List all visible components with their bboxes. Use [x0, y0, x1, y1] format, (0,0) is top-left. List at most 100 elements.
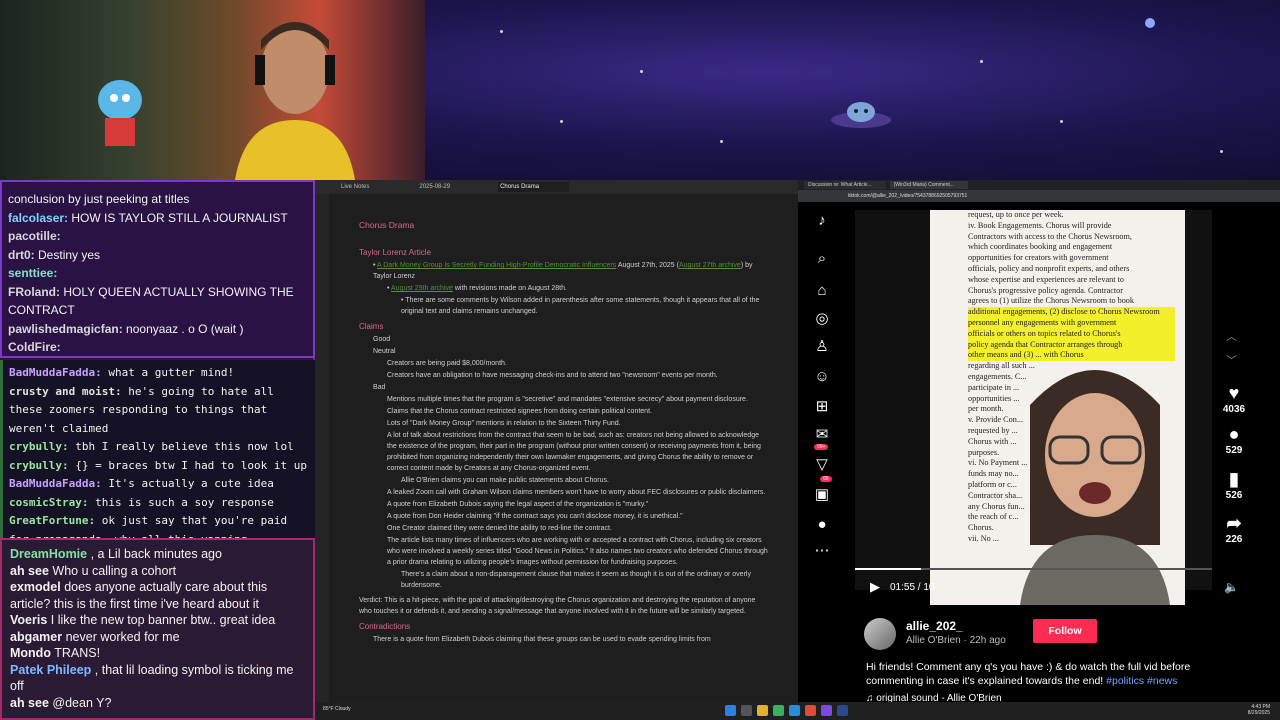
video-progress-bar[interactable]: [855, 568, 1212, 570]
home-icon[interactable]: ⌂: [812, 280, 832, 300]
share-button[interactable]: ➦ 226: [1216, 512, 1252, 545]
chat-username[interactable]: crybully:: [9, 440, 69, 453]
chat-text: HOW IS TAYLOR STILL A JOURNALIST: [71, 210, 288, 225]
taskbar-clock[interactable]: 4:43 PM 8/29/2025: [1248, 704, 1270, 716]
hashtag-link[interactable]: #news: [1147, 675, 1177, 687]
chevron-down-icon[interactable]: ﹀: [1226, 352, 1237, 368]
tiktok-sidebar: ♪ ⌕ ⌂ ◎ ♙ ☺ ⊞ ✉ 99+ ▽ 65 ▣ ● ⋯: [798, 202, 846, 702]
chat-username[interactable]: Patek Phileep: [10, 663, 91, 677]
chat-username[interactable]: senttiee:: [8, 266, 57, 280]
browser-tab[interactable]: (Win3rd Maria) Comment...: [889, 181, 968, 189]
chat-username[interactable]: DreamHomie: [10, 547, 87, 561]
bad-item: Mentions multiple times that the program…: [387, 396, 748, 403]
bad-subitem: There's a claim about a non-disparagemen…: [401, 571, 751, 589]
steam-icon[interactable]: [837, 705, 848, 716]
chat-feed-bottom: DreamHomie , a Lil back minutes ago ah se…: [0, 538, 315, 720]
wilson-note: There are some comments by Wilson added …: [401, 297, 760, 315]
document-line: request, up to once per week.: [968, 210, 1064, 219]
like-count: 4036: [1222, 404, 1246, 415]
notes-window: Live Notes 2025-08-29 Chorus Drama Choru…: [315, 180, 798, 702]
chat-username[interactable]: GreatFortune:: [9, 514, 95, 527]
chat-username[interactable]: pacotille:: [8, 229, 61, 243]
comment-button[interactable]: ● 529: [1216, 423, 1252, 456]
app-icon[interactable]: [789, 705, 800, 716]
bookmark-icon: ▮: [1229, 469, 1239, 489]
chat-text: Who u calling a cohort: [52, 563, 177, 578]
planet-icon: [1145, 18, 1155, 28]
activity-icon[interactable]: ▽: [812, 454, 832, 474]
chat-message: abgamer never worked for me: [10, 629, 305, 646]
chat-username[interactable]: falcolaser:: [8, 211, 68, 225]
archive2-link[interactable]: August 29th archive: [391, 285, 453, 292]
chat-username[interactable]: cosmicStray:: [9, 496, 88, 509]
hashtag-link[interactable]: #politics: [1106, 675, 1144, 687]
chat-message: DreamHomie , a Lil back minutes ago: [10, 546, 305, 563]
author-avatar[interactable]: [864, 618, 896, 650]
volume-icon[interactable]: 🔈: [1224, 580, 1239, 594]
inbox-icon[interactable]: ✉: [812, 424, 832, 444]
play-icon[interactable]: ▶: [870, 579, 880, 595]
chat-username[interactable]: pawlishedmagicfan:: [8, 322, 123, 336]
chat-username[interactable]: abgamer: [10, 630, 62, 644]
chat-text: HOLY QUEEN ACTUALLY SHOWING THE: [63, 284, 294, 299]
explore-icon[interactable]: ◎: [812, 308, 832, 328]
live-icon[interactable]: ▣: [812, 484, 832, 504]
document-line: additional engagements, (2) disclose to …: [968, 307, 1175, 318]
tab-live-notes[interactable]: Live Notes: [339, 182, 399, 192]
search-icon[interactable]: ⌕: [812, 248, 832, 268]
tiktok-logo-icon[interactable]: ♪: [812, 210, 832, 230]
document-line: officials, policy and nonprofit experts,…: [968, 263, 1130, 273]
obsidian-icon[interactable]: [821, 705, 832, 716]
app-icon[interactable]: [773, 705, 784, 716]
chat-message: BadMuddaFadda: It's actually a cute idea: [9, 475, 309, 494]
author-display-name: Allie O'Brien: [906, 635, 961, 646]
bad-item: Lots of "Dark Money Group" mentions in r…: [387, 420, 621, 427]
document-line: Chorus's progressive policy agenda. Cont…: [968, 285, 1123, 295]
author-username[interactable]: allie_202_: [906, 619, 963, 633]
like-button[interactable]: ♥ 4036: [1216, 382, 1252, 415]
following-icon[interactable]: ♙: [812, 336, 832, 356]
chat-username[interactable]: Voeris: [10, 613, 47, 627]
windows-start-icon[interactable]: [725, 705, 736, 716]
chat-message: CONTRACT: [8, 301, 307, 320]
chat-message: conclusion by just peeking at titles: [8, 190, 307, 209]
search-icon[interactable]: [741, 705, 752, 716]
author-subline: Allie O'Brien · 22h ago: [906, 635, 1006, 646]
friends-icon[interactable]: ☺: [812, 366, 832, 386]
contradiction-item: There is a quote from Elizabeth Dubois c…: [373, 636, 711, 643]
more-icon[interactable]: ⋯: [812, 540, 832, 560]
browser-tab[interactable]: Discussion re: What Article...: [804, 181, 886, 189]
chat-username[interactable]: BadMuddaFadda:: [9, 366, 102, 379]
chat-text: Destiny yes: [38, 247, 101, 262]
follow-button[interactable]: Follow: [1033, 619, 1097, 643]
chrome-icon[interactable]: [805, 705, 816, 716]
mascot-figure: [98, 80, 142, 146]
document-line: Contractors with access to the Chorus Ne…: [968, 231, 1132, 241]
chat-username[interactable]: ah see: [10, 564, 49, 578]
taskbar-apps: [725, 705, 848, 716]
share-icon: ➦: [1226, 513, 1242, 533]
chat-username[interactable]: crusty and moist:: [9, 385, 122, 398]
chat-username[interactable]: exmodel: [10, 580, 61, 594]
tab-chorus-drama[interactable]: Chorus Drama: [498, 182, 570, 192]
notes-ribbon: [315, 194, 329, 702]
chat-username[interactable]: Mondo: [10, 646, 51, 660]
archive-link[interactable]: August 27th archive: [679, 262, 741, 269]
inbox-badge: 99+: [814, 444, 829, 450]
chat-username[interactable]: ah see: [10, 696, 49, 710]
taskbar-weather[interactable]: 85°F Cloudy: [323, 706, 351, 712]
save-button[interactable]: ▮ 526: [1216, 468, 1252, 501]
chevron-up-icon[interactable]: ︿: [1226, 328, 1237, 344]
chat-username[interactable]: FRoland:: [8, 285, 60, 299]
file-explorer-icon[interactable]: [757, 705, 768, 716]
chat-username[interactable]: ColdFire:: [8, 340, 61, 354]
chat-username[interactable]: BadMuddaFadda:: [9, 477, 102, 490]
profile-avatar-icon[interactable]: ●: [812, 514, 832, 534]
upload-icon[interactable]: ⊞: [812, 396, 832, 416]
bad-item: The article lists many times of influenc…: [387, 537, 768, 566]
chat-username[interactable]: crybully:: [9, 459, 69, 472]
tab-daily-note[interactable]: 2025-08-29: [417, 182, 480, 192]
chat-username[interactable]: drt0:: [8, 248, 35, 262]
address-bar[interactable]: tiktok.com/@allie_202_/video/75437886925…: [798, 190, 1280, 202]
article-link[interactable]: A Dark Money Group Is Secretly Funding H…: [377, 262, 616, 269]
